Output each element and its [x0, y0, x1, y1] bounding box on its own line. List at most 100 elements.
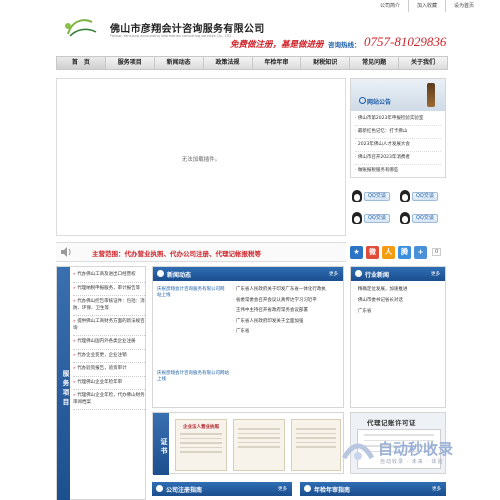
qq-penguin-icon — [400, 190, 410, 202]
nav-tax-knowledge[interactable]: 财税知识 — [301, 57, 351, 69]
news-header: 新闻动态 更多 — [153, 267, 343, 281]
qq-contact[interactable]: QQ交谈 — [400, 212, 438, 224]
company-name: 佛山市彦翔会计咨询服务有限公司 — [110, 24, 265, 35]
watermark: 自动秒收录 自动收录 · 未来 · 体验 — [340, 436, 500, 476]
qq-contact[interactable]: QQ交谈 — [352, 212, 390, 224]
section-bullet-icon — [157, 270, 164, 277]
more-share-icon[interactable]: + — [414, 245, 427, 259]
qq-penguin-icon — [352, 190, 362, 202]
footer-more-link[interactable]: 更多 — [432, 486, 441, 492]
tencent-share-icon[interactable]: 腾 — [398, 245, 411, 259]
nav-home[interactable]: 首 页 — [57, 57, 106, 69]
company-logo-icon[interactable] — [62, 14, 106, 40]
news-item[interactable]: 广东省 — [233, 327, 341, 338]
industry-item[interactable]: 精确定位发展，加速推进 — [355, 284, 441, 295]
notice-item[interactable]: 2023年佛山人才发展大会 — [355, 139, 441, 152]
plugin-error-message: 无法加载插件。 — [181, 157, 221, 163]
company-registration-guide-header: 公司注册指南 更多 — [152, 482, 292, 496]
footer-section-title: 年检年审指南 — [314, 487, 351, 494]
hotline-label: 咨询热线： — [328, 41, 361, 49]
certificate-side-title: 证书 — [153, 413, 169, 475]
company-name-english: Foshan Yanxiang accounting information c… — [110, 34, 231, 38]
notice-item[interactable]: 做账报税服务有哪些 — [355, 165, 441, 178]
nav-news[interactable]: 新闻动态 — [155, 57, 204, 69]
service-item[interactable]: 代理纳税申报服务，审计报告等 — [73, 283, 145, 296]
nav-faq[interactable]: 常见问题 — [350, 57, 400, 69]
qq-chat-button[interactable]: QQ交谈 — [412, 213, 438, 223]
industry-header: 行业新闻 更多 — [351, 267, 445, 281]
news-item[interactable]: 省委常委会召开会议认真传达学习习近平 — [233, 296, 341, 307]
paper-clip-icon — [427, 83, 435, 107]
top-link-about[interactable]: 公司简介 — [372, 0, 408, 12]
service-item[interactable]: 代办企业变更，企业注销 — [73, 350, 145, 363]
industry-item[interactable]: 广东省 — [355, 306, 441, 317]
share-bar: ★ 微 人 腾 + 0 — [350, 242, 446, 262]
qq-contacts: QQ交谈 QQ交谈 QQ交谈 QQ交谈 — [350, 184, 446, 234]
news-image-caption[interactable]: 庆祝彦翔会计咨询服务有限公司网站上线 — [157, 287, 227, 357]
notice-panel: 网站公告 佛山市第2023年申报检验实验室 最新红色记忆：打卡佛山 2023年佛… — [350, 78, 446, 178]
news-title: 新闻动态 — [167, 272, 192, 279]
qq-chat-button[interactable]: QQ交谈 — [412, 191, 438, 201]
industry-news-panel: 行业新闻 更多 精确定位发展，加速推进 佛山市委书记省长对话 广东省 — [350, 266, 446, 408]
service-item[interactable]: 代理佛山企业年检年审 — [73, 377, 145, 390]
watermark-logo-icon — [341, 443, 375, 460]
notice-icon — [359, 97, 366, 104]
services-panel: 服务项目 代办佛山工商及进出口经营权 代理纳税申报服务，审计报告等 代办佛山控告… — [56, 266, 146, 500]
qq-contact[interactable]: QQ交谈 — [400, 190, 438, 202]
industry-item[interactable]: 佛山市委书记省长对话 — [355, 295, 441, 306]
watermark-subtitle: 自动收录 · 未来 · 体验 — [380, 459, 444, 465]
news-item[interactable]: 广东省人民政府印发关于全面加强 — [233, 317, 341, 328]
notice-item[interactable]: 佛山市第2023年申报检验实验室 — [355, 113, 441, 126]
news-item[interactable]: 王伟中主持召开省政府常务会议部署 — [233, 306, 341, 317]
page: 公司简介 加入收藏 设为首页 佛山市彦翔会计咨询服务有限公司 Foshan Ya… — [0, 0, 500, 500]
top-links: 公司简介 加入收藏 设为首页 — [372, 0, 482, 12]
service-item[interactable]: 代理佛山企业年检，代办佛山财务审阅档案 — [73, 390, 145, 410]
services-side-title: 服务项目 — [57, 267, 70, 500]
qq-chat-button[interactable]: QQ交谈 — [364, 213, 390, 223]
nav-services[interactable]: 服务项目 — [106, 57, 155, 69]
service-item[interactable]: 代理佛山国内外各类企业注册 — [73, 336, 145, 350]
speaker-icon — [61, 247, 71, 257]
slogan: 免费做注册，基是做进册 — [230, 40, 324, 50]
notice-header: 网站公告 — [351, 79, 445, 111]
service-item[interactable]: 代办验资报告，验资审计 — [73, 363, 145, 377]
notice-title: 网站公告 — [367, 99, 392, 106]
news-image-caption-2[interactable]: 庆祝彦翔会计咨询服务有限公司网站上线 — [157, 371, 233, 383]
section-bullet-icon — [355, 270, 362, 277]
qq-chat-button[interactable]: QQ交谈 — [364, 191, 390, 201]
top-link-homepage[interactable]: 设为首页 — [444, 0, 482, 12]
service-item[interactable]: 提供佛山工商财务方面的新法规咨询 — [73, 316, 145, 336]
footer-more-link[interactable]: 更多 — [278, 486, 287, 492]
footer-section-title: 公司注册指南 — [166, 487, 203, 494]
weibo-share-icon[interactable]: 微 — [366, 245, 379, 259]
banner-plugin-area: 无法加载插件。 — [56, 78, 346, 236]
qq-contact[interactable]: QQ交谈 — [352, 190, 390, 202]
service-item[interactable]: 代办佛山工商及进出口经营权 — [73, 269, 145, 283]
certificate-heading: 企业法人营业执照 — [183, 425, 219, 430]
main-nav: 首 页 服务项目 新闻动态 政策法规 年检年审 财税知识 常见问题 关于我们 — [56, 56, 448, 70]
nav-about[interactable]: 关于我们 — [399, 57, 447, 69]
header: 佛山市彦翔会计咨询服务有限公司 Foshan Yanxiang accounti… — [52, 12, 452, 52]
nav-policy[interactable]: 政策法规 — [204, 57, 253, 69]
certificate-image[interactable] — [233, 419, 285, 471]
industry-title: 行业新闻 — [365, 272, 390, 279]
hotline-number: 0757-81029836 — [364, 34, 447, 49]
permit-title: 代理记账许可证 — [367, 419, 416, 427]
renren-share-icon[interactable]: 人 — [382, 245, 395, 259]
service-item[interactable]: 代办佛山控告审核证件：包括：消防、环保、卫生等 — [73, 296, 145, 316]
news-more-link[interactable]: 更多 — [329, 271, 338, 277]
nav-annual-review[interactable]: 年检年审 — [253, 57, 302, 69]
watermark-title: 自动秒收录 — [378, 440, 454, 458]
certificate-panel: 证书 企业法人营业执照 — [152, 412, 344, 475]
notice-item[interactable]: 佛山市召开2023年消费者 — [355, 152, 441, 165]
certificate-image[interactable] — [291, 419, 341, 471]
section-bullet-icon — [304, 485, 311, 492]
share-count: 0 — [432, 248, 442, 256]
qzone-share-icon[interactable]: ★ — [350, 245, 363, 259]
certificate-image[interactable]: 企业法人营业执照 — [175, 419, 227, 471]
news-item[interactable]: 广东省人民政府关于印发广东省一体化行政执 — [233, 285, 341, 296]
top-link-favorite[interactable]: 加入收藏 — [407, 0, 445, 12]
industry-more-link[interactable]: 更多 — [431, 271, 440, 277]
notice-item[interactable]: 最新红色记忆：打卡佛山 — [355, 126, 441, 139]
business-scope-text: 主营范围：代办营业执照、代办公司注册、代理记帐报税等 — [92, 250, 261, 258]
